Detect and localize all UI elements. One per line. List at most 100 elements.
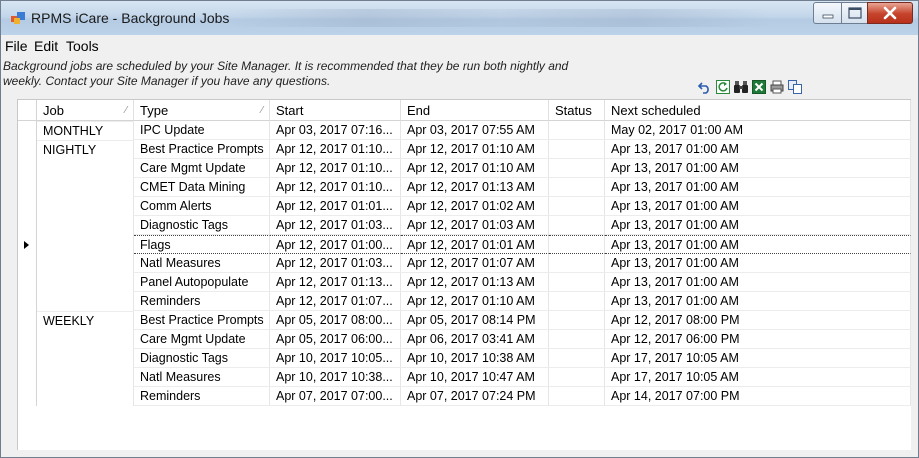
row-selector[interactable] — [18, 368, 37, 387]
table-row[interactable]: NIGHTLY Best Practice Prompts Apr 12, 2017… — [18, 140, 911, 159]
cell-job[interactable] — [37, 216, 134, 235]
table-row[interactable]: Diagnostic Tags Apr 12, 2017 01:03... Apr … — [18, 216, 911, 235]
cell-next[interactable]: Apr 13, 2017 01:00 AM — [605, 197, 911, 216]
cell-job[interactable] — [37, 197, 134, 216]
cell-type[interactable]: Best Practice Prompts — [134, 311, 270, 330]
cell-status[interactable] — [549, 121, 605, 140]
cell-end[interactable]: Apr 03, 2017 07:55 AM — [401, 121, 549, 140]
cell-type[interactable]: IPC Update — [134, 121, 270, 140]
cell-start[interactable]: Apr 10, 2017 10:05... — [270, 349, 401, 368]
cell-status[interactable] — [549, 216, 605, 235]
cell-start[interactable]: Apr 12, 2017 01:10... — [270, 178, 401, 197]
cell-job[interactable]: NIGHTLY — [37, 140, 134, 159]
table-row[interactable]: Care Mgmt Update Apr 05, 2017 06:00... Apr… — [18, 330, 911, 349]
cell-end[interactable]: Apr 12, 2017 01:13 AM — [401, 178, 549, 197]
row-selector[interactable] — [18, 349, 37, 368]
cell-job[interactable] — [37, 368, 134, 387]
cell-next[interactable]: May 02, 2017 01:00 AM — [605, 121, 911, 140]
cell-type[interactable]: Natl Measures — [134, 254, 270, 273]
find-icon[interactable] — [734, 80, 748, 94]
cell-job[interactable] — [37, 254, 134, 273]
cell-status[interactable] — [549, 311, 605, 330]
cell-next[interactable]: Apr 12, 2017 06:00 PM — [605, 330, 911, 349]
cell-status[interactable] — [549, 254, 605, 273]
cell-status[interactable] — [549, 292, 605, 311]
excel-icon[interactable] — [752, 80, 766, 94]
cell-end[interactable]: Apr 12, 2017 01:10 AM — [401, 140, 549, 159]
table-row[interactable]: Reminders Apr 12, 2017 01:07... Apr 12, 20… — [18, 292, 911, 311]
cell-next[interactable]: Apr 13, 2017 01:00 AM — [605, 254, 911, 273]
cell-job[interactable]: WEEKLY — [37, 311, 134, 330]
cell-start[interactable]: Apr 10, 2017 10:38... — [270, 368, 401, 387]
row-selector[interactable] — [18, 197, 37, 216]
table-row[interactable]: WEEKLY Best Practice Prompts Apr 05, 2017 … — [18, 311, 911, 330]
cell-end[interactable]: Apr 05, 2017 08:14 PM — [401, 311, 549, 330]
column-header-next-scheduled[interactable]: Next scheduled — [605, 100, 911, 121]
table-row[interactable]: Natl Measures Apr 10, 2017 10:38... Apr 10… — [18, 368, 911, 387]
column-header-end[interactable]: End — [401, 100, 549, 121]
column-header-status[interactable]: Status — [549, 100, 605, 121]
cell-start[interactable]: Apr 12, 2017 01:10... — [270, 140, 401, 159]
cell-next[interactable]: Apr 13, 2017 01:00 AM — [605, 216, 911, 235]
cell-status[interactable] — [549, 349, 605, 368]
cell-status[interactable] — [549, 368, 605, 387]
cell-type[interactable]: Panel Autopopulate — [134, 273, 270, 292]
cell-next[interactable]: Apr 14, 2017 07:00 PM — [605, 387, 911, 406]
cell-status[interactable] — [549, 387, 605, 406]
cell-next[interactable]: Apr 12, 2017 08:00 PM — [605, 311, 911, 330]
row-selector[interactable] — [18, 140, 37, 159]
cell-job[interactable] — [37, 159, 134, 178]
row-selector[interactable] — [18, 178, 37, 197]
cell-end[interactable]: Apr 12, 2017 01:03 AM — [401, 216, 549, 235]
cell-next[interactable]: Apr 13, 2017 01:00 AM — [605, 292, 911, 311]
cell-type[interactable]: Care Mgmt Update — [134, 330, 270, 349]
row-selector[interactable] — [18, 254, 37, 273]
cell-end[interactable]: Apr 06, 2017 03:41 AM — [401, 330, 549, 349]
cell-start[interactable]: Apr 12, 2017 01:07... — [270, 292, 401, 311]
jobs-grid[interactable]: Job ⁄ Type ⁄ Start End Status Next sched… — [17, 99, 911, 451]
cell-next[interactable]: Apr 13, 2017 01:00 AM — [605, 235, 911, 254]
copy-icon[interactable] — [788, 80, 802, 94]
cell-start[interactable]: Apr 12, 2017 01:13... — [270, 273, 401, 292]
close-button[interactable] — [867, 2, 913, 24]
cell-start[interactable]: Apr 03, 2017 07:16... — [270, 121, 401, 140]
cell-end[interactable]: Apr 10, 2017 10:47 AM — [401, 368, 549, 387]
row-selector[interactable] — [18, 311, 37, 330]
cell-job[interactable] — [37, 273, 134, 292]
table-row[interactable]: Flags Apr 12, 2017 01:00... Apr 12, 2017 0… — [18, 235, 911, 254]
cell-job[interactable] — [37, 330, 134, 349]
row-selector[interactable] — [18, 292, 37, 311]
cell-start[interactable]: Apr 05, 2017 08:00... — [270, 311, 401, 330]
cell-job[interactable] — [37, 349, 134, 368]
refresh-icon[interactable] — [716, 80, 730, 94]
title-bar[interactable]: RPMS iCare - Background Jobs — [1, 1, 918, 35]
cell-type[interactable]: Reminders — [134, 292, 270, 311]
cell-status[interactable] — [549, 235, 605, 254]
cell-type[interactable]: Reminders — [134, 387, 270, 406]
row-selector[interactable] — [18, 330, 37, 349]
cell-start[interactable]: Apr 07, 2017 07:00... — [270, 387, 401, 406]
column-header-start[interactable]: Start — [270, 100, 401, 121]
table-row[interactable]: MONTHLY IPC Update Apr 03, 2017 07:16... Ap… — [18, 121, 911, 140]
cell-type[interactable]: Diagnostic Tags — [134, 216, 270, 235]
cell-next[interactable]: Apr 13, 2017 01:00 AM — [605, 140, 911, 159]
cell-start[interactable]: Apr 05, 2017 06:00... — [270, 330, 401, 349]
minimize-button[interactable] — [813, 2, 841, 24]
cell-start[interactable]: Apr 12, 2017 01:00... — [270, 235, 401, 254]
cell-status[interactable] — [549, 273, 605, 292]
cell-end[interactable]: Apr 07, 2017 07:24 PM — [401, 387, 549, 406]
cell-type[interactable]: Diagnostic Tags — [134, 349, 270, 368]
cell-end[interactable]: Apr 12, 2017 01:02 AM — [401, 197, 549, 216]
cell-next[interactable]: Apr 13, 2017 01:00 AM — [605, 178, 911, 197]
menu-edit[interactable]: Edit — [34, 38, 58, 54]
cell-end[interactable]: Apr 10, 2017 10:38 AM — [401, 349, 549, 368]
cell-type[interactable]: Care Mgmt Update — [134, 159, 270, 178]
row-selector[interactable] — [18, 387, 37, 406]
cell-end[interactable]: Apr 12, 2017 01:13 AM — [401, 273, 549, 292]
table-row[interactable]: Natl Measures Apr 12, 2017 01:03... Apr 12… — [18, 254, 911, 273]
table-row[interactable]: Reminders Apr 07, 2017 07:00... Apr 07, 20… — [18, 387, 911, 406]
cell-status[interactable] — [549, 178, 605, 197]
menu-tools[interactable]: Tools — [66, 38, 99, 54]
cell-status[interactable] — [549, 159, 605, 178]
cell-status[interactable] — [549, 197, 605, 216]
